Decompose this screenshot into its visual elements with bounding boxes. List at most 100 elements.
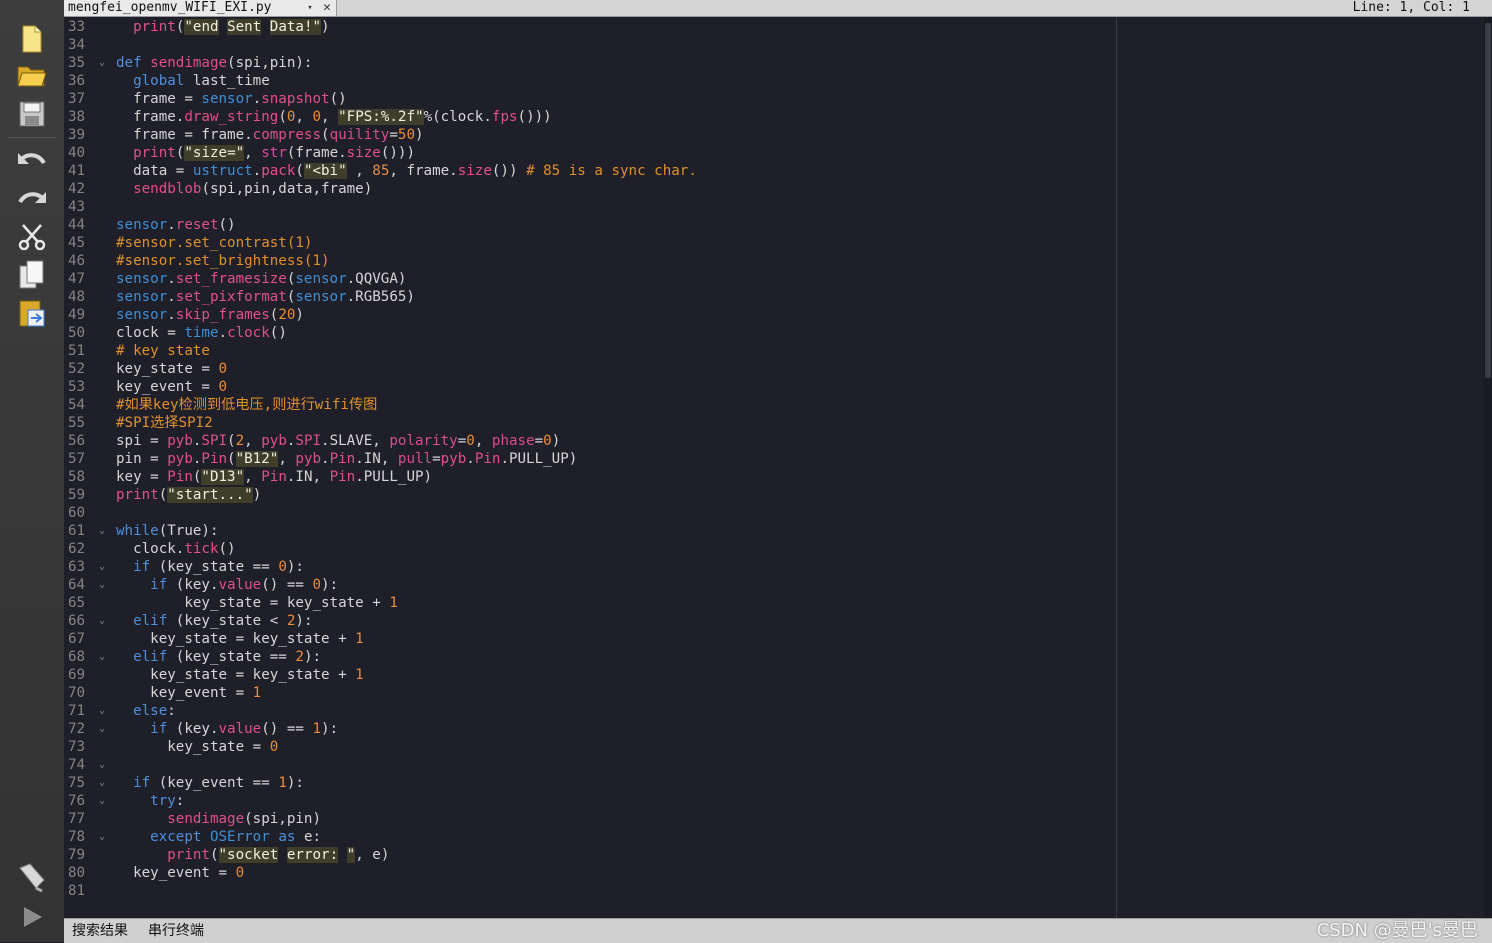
line-number: 68 [68, 649, 86, 665]
code-line[interactable]: 52 key_state = 0 [64, 360, 1484, 378]
file-tab[interactable]: mengfei_openmv_WIFI_EXI.py ▾ ✕ [64, 0, 337, 16]
code-line[interactable]: 58 key = Pin("D13", Pin.IN, Pin.PULL_UP) [64, 468, 1484, 486]
code-line[interactable]: 68 ⌄ elif (key_state == 2): [64, 648, 1484, 666]
code-line[interactable]: 51 # key state [64, 342, 1484, 360]
line-number: 77 [68, 811, 86, 827]
editor-tab-bar: mengfei_openmv_WIFI_EXI.py ▾ ✕ Line: 1, … [64, 0, 1492, 17]
code-line[interactable]: 37 frame = sensor.snapshot() [64, 90, 1484, 108]
connect-icon[interactable] [12, 860, 52, 894]
paste-icon[interactable] [12, 296, 52, 330]
code-line[interactable]: 54 #如果key检测到低电压,则进行wifi传图 [64, 396, 1484, 414]
code-line[interactable]: 76 ⌄ try: [64, 792, 1484, 810]
code-line[interactable]: 44 sensor.reset() [64, 216, 1484, 234]
line-number: 45 [68, 235, 86, 251]
close-icon[interactable]: ✕ [320, 0, 334, 16]
code-line[interactable]: 56 spi = pyb.SPI(2, pyb.SPI.SLAVE, polari… [64, 432, 1484, 450]
undo-icon[interactable] [12, 144, 52, 178]
code-line[interactable]: 77 sendimage(spi,pin) [64, 810, 1484, 828]
code-line[interactable]: 64 ⌄ if (key.value() == 0): [64, 576, 1484, 594]
code-line[interactable]: 63 ⌄ if (key_state == 0): [64, 558, 1484, 576]
code-line[interactable]: 35 ⌄ def sendimage(spi,pin): [64, 54, 1484, 72]
code-line[interactable]: 62 clock.tick() [64, 540, 1484, 558]
fold-toggle-icon[interactable]: ⌄ [96, 702, 108, 720]
fold-toggle-icon[interactable]: ⌄ [96, 720, 108, 738]
code-line[interactable]: 42 sendblob(spi,pin,data,frame) [64, 180, 1484, 198]
code-line[interactable]: 73 key_state = 0 [64, 738, 1484, 756]
code-text: while(True): [116, 523, 219, 539]
code-text: key_event = 1 [116, 685, 262, 701]
fold-toggle-icon[interactable]: ⌄ [96, 54, 108, 72]
cut-icon[interactable] [12, 220, 52, 254]
line-number: 59 [68, 487, 86, 503]
vertical-scrollbar[interactable] [1484, 17, 1492, 918]
code-line[interactable]: 66 ⌄ elif (key_state < 2): [64, 612, 1484, 630]
code-line[interactable]: 81 [64, 882, 1484, 900]
code-line[interactable]: 50 clock = time.clock() [64, 324, 1484, 342]
fold-toggle-icon[interactable]: ⌄ [96, 828, 108, 846]
code-line[interactable]: 40 print("size=", str(frame.size())) [64, 144, 1484, 162]
code-line[interactable]: 59 print("start...") [64, 486, 1484, 504]
code-line[interactable]: 60 [64, 504, 1484, 522]
save-icon[interactable] [12, 97, 52, 131]
file-tab-title: mengfei_openmv_WIFI_EXI.py [68, 0, 272, 15]
code-line[interactable]: 43 [64, 198, 1484, 216]
code-line[interactable]: 79 print("socket error: ", e) [64, 846, 1484, 864]
code-line[interactable]: 55 #SPI选择SPI2 [64, 414, 1484, 432]
code-line[interactable]: 39 frame = frame.compress(quility=50) [64, 126, 1484, 144]
watermark: CSDN @曼巴's曼巴 [1316, 920, 1478, 941]
new-file-icon[interactable] [12, 22, 52, 56]
code-line[interactable]: 46 #sensor.set_brightness(1) [64, 252, 1484, 270]
code-line[interactable]: 49 sensor.skip_frames(20) [64, 306, 1484, 324]
fold-toggle-icon[interactable]: ⌄ [96, 576, 108, 594]
run-icon[interactable] [12, 900, 52, 934]
code-line[interactable]: 36 global last_time [64, 72, 1484, 90]
line-number: 50 [68, 325, 86, 341]
fold-toggle-icon[interactable]: ⌄ [96, 774, 108, 792]
line-number: 74 [68, 757, 86, 773]
line-number: 33 [68, 19, 86, 35]
line-number: 73 [68, 739, 86, 755]
code-text: key_state = 0 [116, 739, 279, 755]
code-line[interactable]: 65 key_state = key_state + 1 [64, 594, 1484, 612]
fold-toggle-icon[interactable]: ⌄ [96, 792, 108, 810]
code-line[interactable]: 57 pin = pyb.Pin("B12", pyb.Pin.IN, pull=… [64, 450, 1484, 468]
fold-toggle-icon[interactable]: ⌄ [96, 612, 108, 630]
fold-toggle-icon[interactable]: ⌄ [96, 648, 108, 666]
code-line[interactable]: 48 sensor.set_pixformat(sensor.RGB565) [64, 288, 1484, 306]
open-folder-icon[interactable] [12, 58, 52, 92]
code-line[interactable]: 67 key_state = key_state + 1 [64, 630, 1484, 648]
code-line[interactable]: 47 sensor.set_framesize(sensor.QQVGA) [64, 270, 1484, 288]
code-line[interactable]: 70 key_event = 1 [64, 684, 1484, 702]
code-line[interactable]: 53 key_event = 0 [64, 378, 1484, 396]
code-line[interactable]: 45 #sensor.set_contrast(1) [64, 234, 1484, 252]
code-line[interactable]: 38 frame.draw_string(0, 0, "FPS:%.2f"%(c… [64, 108, 1484, 126]
code-text: def sendimage(spi,pin): [116, 55, 313, 71]
code-line[interactable]: 80 key_event = 0 [64, 864, 1484, 882]
code-line[interactable]: 34 [64, 36, 1484, 54]
code-line[interactable]: 61 ⌄ while(True): [64, 522, 1484, 540]
tab-serial-terminal[interactable]: 串行终端 [140, 919, 212, 943]
scrollbar-thumb[interactable] [1485, 23, 1491, 378]
fold-toggle-icon[interactable]: ⌄ [96, 756, 108, 774]
code-line[interactable]: 69 key_state = key_state + 1 [64, 666, 1484, 684]
code-line[interactable]: 75 ⌄ if (key_event == 1): [64, 774, 1484, 792]
chevron-down-icon[interactable]: ▾ [304, 0, 316, 16]
redo-icon[interactable] [12, 183, 52, 217]
code-text: if (key_event == 1): [133, 775, 304, 791]
fold-toggle-icon[interactable]: ⌄ [96, 522, 108, 540]
code-line[interactable]: 71 ⌄ else: [64, 702, 1484, 720]
copy-icon[interactable] [12, 258, 52, 292]
code-editor[interactable]: 33 print("end Sent Data!") 34 35 ⌄ def sendi… [64, 17, 1484, 918]
fold-toggle-icon[interactable]: ⌄ [96, 558, 108, 576]
line-number: 37 [68, 91, 86, 107]
code-text: # key state [116, 343, 210, 359]
code-line[interactable]: 78 ⌄ except OSError as e: [64, 828, 1484, 846]
tab-search-results[interactable]: 搜索结果 [64, 919, 136, 943]
line-number: 53 [68, 379, 86, 395]
code-text: except OSError as e: [150, 829, 322, 845]
code-line[interactable]: 74 ⌄ [64, 756, 1484, 774]
code-line[interactable]: 72 ⌄ if (key.value() == 1): [64, 720, 1484, 738]
code-line[interactable]: 41 data = ustruct.pack("<bi" , 85, frame… [64, 162, 1484, 180]
line-number: 38 [68, 109, 86, 125]
code-line[interactable]: 33 print("end Sent Data!") [64, 18, 1484, 36]
